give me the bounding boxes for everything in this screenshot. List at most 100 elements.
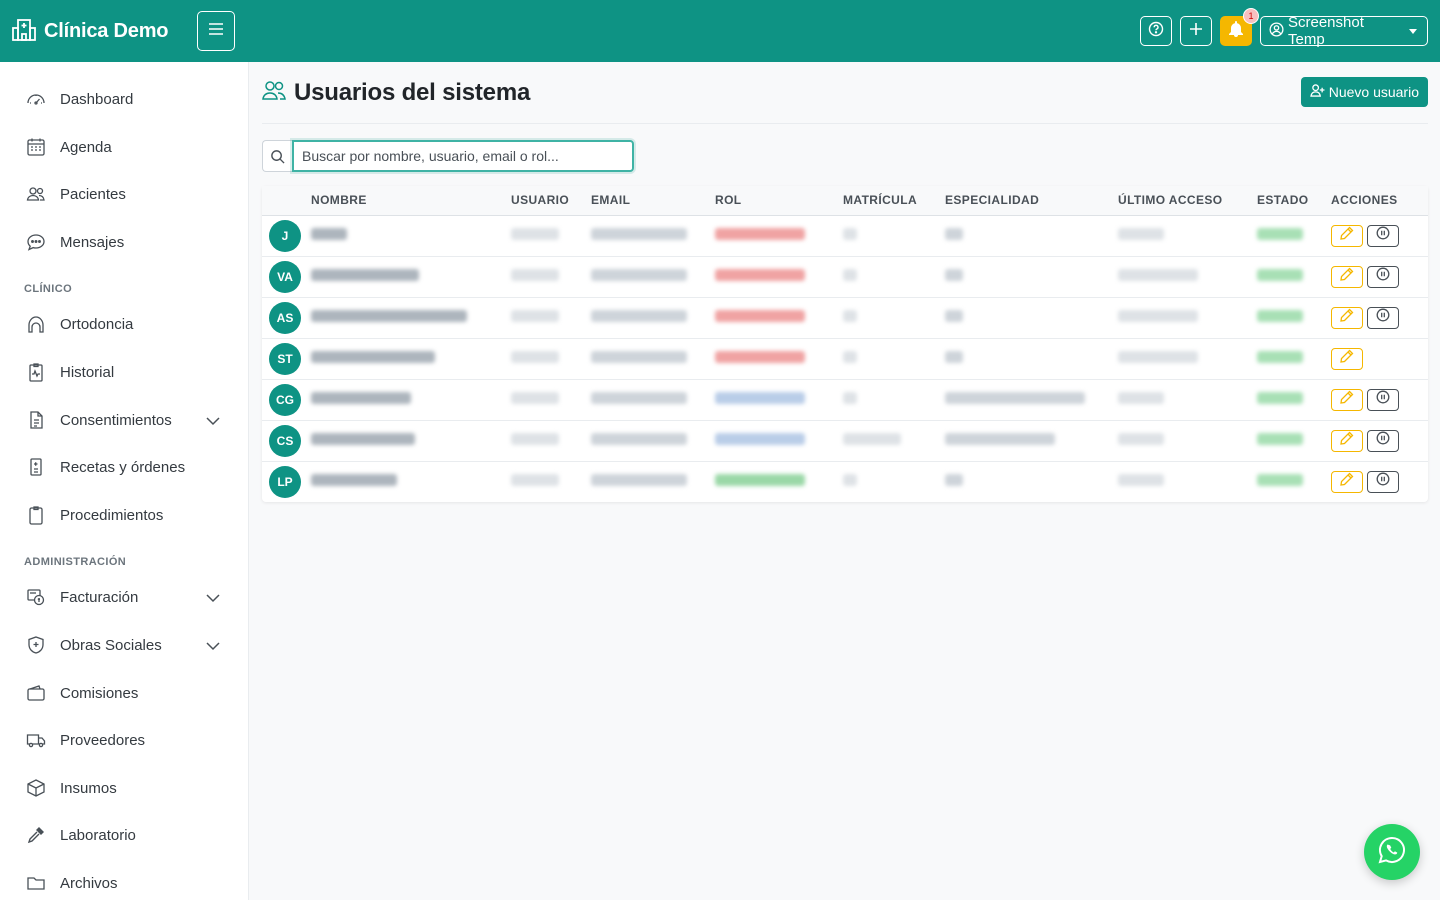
sidebar-item-pacientes[interactable]: Pacientes [24,179,224,209]
column-header[interactable]: USUARIO [511,186,591,216]
sidebar-item-comisiones[interactable]: Comisiones [24,678,224,708]
invoice-icon [24,585,48,609]
sidebar-item-label: Comisiones [60,684,139,702]
app-title: Clínica Demo [44,19,169,42]
edit-button[interactable] [1331,224,1363,247]
column-header[interactable]: MATRÍCULA [843,186,945,216]
column-header: ACCIONES [1331,186,1428,216]
new-user-button[interactable]: Nuevo usuario [1300,77,1428,107]
sidebar-item-consentimientos[interactable]: Consentimientos [24,405,224,435]
section-label-administracion: ADMINISTRACIÓN [24,556,127,568]
eyedropper-icon [24,823,48,847]
sidebar-item-label: Dashboard [60,90,134,108]
pencil-icon [1340,349,1354,368]
blurred-value [715,350,805,363]
sidebar-item-historial[interactable]: Historial [24,357,224,387]
column-header[interactable]: ESTADO [1257,186,1331,216]
blurred-value [945,473,963,486]
edit-button[interactable] [1331,388,1363,411]
blurred-value [1257,268,1303,281]
blurred-value [945,350,963,363]
sidebar-item-dashboard[interactable]: Dashboard [24,84,224,114]
blurred-value [1118,391,1164,404]
sidebar-item-proveedores[interactable]: Proveedores [24,725,224,755]
edit-button[interactable] [1331,470,1363,493]
blurred-value [1118,432,1164,445]
blurred-value [311,350,435,363]
edit-button[interactable] [1331,347,1363,370]
sidebar-item-laboratorio[interactable]: Laboratorio [24,820,224,850]
calendar-icon [24,135,48,159]
column-header[interactable]: ÚLTIMO ACCESO [1118,186,1257,216]
column-header[interactable]: ESPECIALIDAD [945,186,1118,216]
edit-button[interactable] [1331,429,1363,452]
tooth-icon [24,312,48,336]
edit-button[interactable] [1331,265,1363,288]
blurred-value [311,391,411,404]
blurred-value [511,309,559,322]
pause-user-button[interactable] [1367,224,1399,247]
new-user-label: Nuevo usuario [1328,84,1419,100]
shield-icon [24,633,48,657]
pause-user-button[interactable] [1367,388,1399,411]
blurred-value [311,227,347,240]
blurred-value [511,473,559,486]
users-icon [262,79,286,106]
blurred-value [311,432,415,445]
blurred-value [511,350,559,363]
sidebar-item-mensajes[interactable]: Mensajes [24,227,224,257]
pause-user-button[interactable] [1367,306,1399,329]
blurred-value [511,227,559,240]
column-header[interactable]: EMAIL [591,186,715,216]
help-button[interactable] [1140,16,1172,46]
section-label-clinico: CLÍNICO [24,283,73,295]
blurred-value [945,268,963,281]
blurred-value [1118,227,1164,240]
hospital-icon [11,16,37,47]
sidebar-item-agenda[interactable]: Agenda [24,132,224,162]
sidebar-item-obras-sociales[interactable]: Obras Sociales [24,630,224,660]
sidebar-item-label: Procedimientos [60,506,164,524]
add-button[interactable] [1180,16,1212,46]
blurred-value [945,391,1085,404]
blurred-value [511,432,559,445]
sidebar-item-recetas[interactable]: Recetas y órdenes [24,452,224,482]
blurred-value [945,227,963,240]
blurred-value [715,268,805,281]
sidebar-item-label: Recetas y órdenes [60,458,186,476]
column-header[interactable]: ROL [715,186,843,216]
sidebar-item-facturacion[interactable]: Facturación [24,582,224,612]
pause-user-button[interactable] [1367,470,1399,493]
sidebar-item-ortodoncia[interactable]: Ortodoncia [24,309,224,339]
blurred-value [843,268,857,281]
edit-button[interactable] [1331,306,1363,329]
search-input[interactable] [292,140,634,172]
wallet-icon [24,681,48,705]
blurred-value [511,268,559,281]
pause-user-button[interactable] [1367,429,1399,452]
sidebar-item-label: Mensajes [60,233,125,251]
bell-icon [1229,20,1243,42]
blurred-value [945,432,1055,445]
blurred-value [1118,309,1198,322]
blurred-value [1257,391,1303,404]
sidebar-item-insumos[interactable]: Insumos [24,773,224,803]
pause-user-button[interactable] [1367,265,1399,288]
notifications-button[interactable]: 1 [1220,8,1259,46]
sidebar-item-procedimientos[interactable]: Procedimientos [24,500,224,530]
brand[interactable]: Clínica Demo [11,16,197,47]
whatsapp-button[interactable] [1364,824,1420,880]
table-row: ST [262,338,1428,380]
avatar: AS [269,301,301,334]
sidebar-item-label: Agenda [60,138,112,156]
column-header[interactable]: NOMBRE [311,186,511,216]
clipboard-pulse-icon [24,360,48,384]
blurred-value [1118,350,1198,363]
sidebar-item-archivos[interactable]: Archivos [24,868,224,898]
blurred-value [311,309,467,322]
sidebar-toggle-button[interactable] [197,11,235,51]
pencil-icon [1340,472,1354,491]
chat-icon [24,230,48,254]
blurred-value [1257,227,1303,240]
user-menu-button[interactable]: Screenshot Temp [1260,14,1428,48]
